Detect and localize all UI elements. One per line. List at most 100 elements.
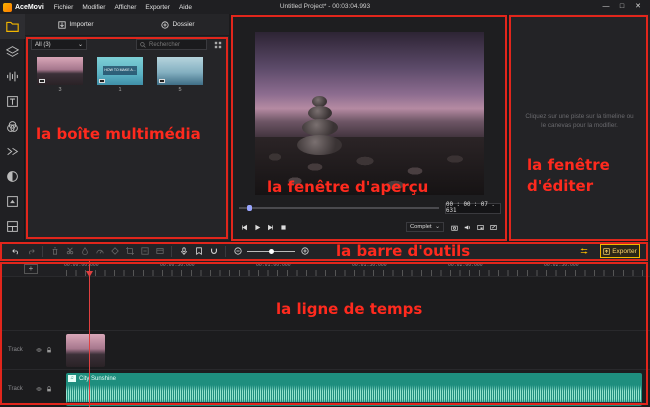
ruler-label: 00:02:30.000 — [544, 263, 579, 268]
next-frame-icon[interactable] — [265, 222, 276, 233]
marker-icon[interactable] — [191, 244, 206, 258]
media-caption: 3 — [58, 87, 62, 93]
window-controls: — □ ✕ — [598, 2, 646, 12]
grid-view-icon[interactable] — [212, 39, 223, 50]
export-icon — [603, 247, 610, 255]
stacked-stone — [297, 135, 342, 155]
snapshot-icon[interactable] — [449, 222, 460, 233]
import-label: Importer — [69, 21, 94, 28]
play-icon[interactable] — [252, 222, 263, 233]
annotation-media: la boîte multimédia — [36, 125, 201, 143]
track-label: Track — [8, 385, 23, 392]
timeline-ruler[interactable]: + 00:00:00.000 00:00:30.000 00:01:00.000… — [0, 261, 650, 277]
ruler-label: 00:00:30.000 — [160, 263, 195, 268]
crop-icon[interactable] — [122, 244, 137, 258]
previous-frame-icon[interactable] — [239, 222, 250, 233]
color-icon[interactable] — [77, 244, 92, 258]
lock-icon[interactable] — [46, 347, 52, 353]
zoom-in-icon[interactable] — [297, 244, 312, 258]
magnet-icon[interactable] — [206, 244, 221, 258]
close-button[interactable]: ✕ — [630, 2, 646, 12]
stacked-stone — [302, 119, 338, 136]
media-filter-bar: All (3) ⌄ Rechercher — [25, 36, 229, 53]
filter-icon[interactable] — [0, 164, 25, 189]
timeline-scrollbar[interactable] — [66, 402, 642, 405]
import-icon — [58, 20, 66, 29]
eye-icon[interactable] — [35, 386, 42, 392]
media-item[interactable]: 3 — [37, 57, 83, 93]
overlay-icon[interactable] — [0, 189, 25, 214]
menu-edit[interactable]: Modifier — [82, 4, 105, 11]
video-badge-icon — [159, 79, 165, 83]
thumbnail-text: HOW TO MAKE A... — [103, 66, 137, 75]
media-filter-value: All (3) — [35, 41, 51, 48]
media-item[interactable]: HOW TO MAKE A... 1 — [97, 57, 143, 93]
track-label: Track — [8, 347, 23, 353]
layout-icon[interactable] — [0, 214, 25, 239]
folder-button[interactable]: Dossier — [127, 14, 229, 35]
ruler-ticks — [66, 270, 644, 276]
redo-icon[interactable] — [23, 244, 38, 258]
chevron-down-icon: ⌄ — [435, 224, 440, 230]
import-button[interactable]: Importer — [25, 14, 127, 35]
track-header: Track — [0, 331, 64, 369]
delete-icon[interactable] — [47, 244, 62, 258]
duration-icon[interactable] — [152, 244, 167, 258]
minimize-button[interactable]: — — [598, 2, 614, 12]
preview-zoom-select[interactable]: Complet ⌄ — [406, 222, 444, 232]
media-caption: 1 — [118, 87, 122, 93]
menu-help[interactable]: Aide — [179, 4, 192, 11]
eye-icon[interactable] — [35, 347, 42, 353]
lock-icon[interactable] — [46, 385, 52, 392]
text-icon[interactable] — [0, 89, 25, 114]
menu-export[interactable]: Exporter — [145, 4, 170, 11]
volume-icon[interactable] — [462, 222, 473, 233]
media-filter-select[interactable]: All (3) ⌄ — [31, 39, 87, 50]
toolbar-divider — [42, 245, 43, 257]
playhead[interactable] — [89, 261, 90, 407]
media-item[interactable]: 5 — [157, 57, 203, 93]
ruler-label: 00:00:00.000 — [64, 263, 99, 268]
menu-bar: Fichier Modifier Afficher Exporter Aide — [54, 4, 201, 11]
media-grid: 3 HOW TO MAKE A... 1 5 — [25, 53, 229, 97]
effects-icon[interactable] — [0, 114, 25, 139]
folder-label: Dossier — [172, 21, 195, 28]
audio-clip-name: City Sunshine — [79, 375, 117, 382]
folder-icon[interactable] — [0, 14, 25, 39]
transition-icon[interactable] — [0, 139, 25, 164]
zoom-out-icon[interactable] — [230, 244, 245, 258]
video-clip[interactable] — [66, 334, 105, 367]
timeline-zoom-slider[interactable] — [247, 248, 295, 254]
stop-icon[interactable] — [278, 222, 289, 233]
export-label: Exporter — [612, 247, 637, 255]
menu-view[interactable]: Afficher — [114, 4, 136, 11]
media-search-input[interactable]: Rechercher — [136, 39, 207, 50]
zoom-slider-knob[interactable] — [269, 248, 274, 254]
scrub-bar[interactable] — [239, 205, 439, 211]
export-button[interactable]: Exporter — [600, 244, 640, 258]
settings-sliders-icon[interactable] — [578, 245, 590, 257]
plus-circle-icon — [161, 20, 170, 29]
speed-icon[interactable] — [92, 244, 107, 258]
mosaic-icon[interactable] — [107, 244, 122, 258]
maximize-button[interactable]: □ — [614, 2, 630, 12]
add-track-button[interactable]: + — [24, 264, 38, 274]
chevron-down-icon: ⌄ — [77, 42, 83, 48]
fullscreen-icon[interactable] — [488, 222, 499, 233]
toolbar: Exporter — [0, 242, 650, 260]
annotation-timeline: la ligne de temps — [276, 300, 423, 318]
undo-icon[interactable] — [8, 244, 23, 258]
freeze-icon[interactable] — [137, 244, 152, 258]
audio-wave-icon[interactable] — [0, 64, 25, 89]
sidebar — [0, 14, 25, 240]
media-thumbnail — [37, 57, 83, 85]
menu-file[interactable]: Fichier — [54, 4, 74, 11]
layers-icon[interactable] — [0, 39, 25, 64]
app-name: AceMovi — [15, 3, 44, 11]
preview-canvas[interactable] — [255, 32, 484, 195]
microphone-icon[interactable] — [176, 244, 191, 258]
split-icon[interactable] — [62, 244, 77, 258]
video-track: Track — [0, 330, 650, 369]
scrub-knob[interactable] — [247, 205, 252, 211]
pip-icon[interactable] — [475, 222, 486, 233]
